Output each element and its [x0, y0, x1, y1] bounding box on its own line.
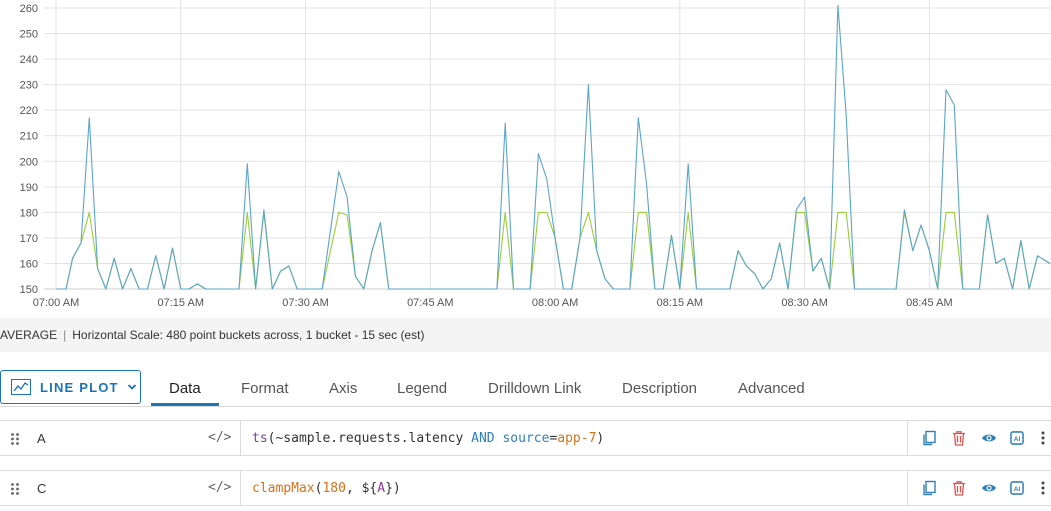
- query-name-label[interactable]: A: [37, 431, 46, 446]
- y-tick-label: 210: [20, 131, 38, 143]
- y-tick-label: 160: [20, 258, 38, 270]
- tab-advanced[interactable]: Advanced: [738, 368, 805, 406]
- y-tick-label: 200: [20, 156, 38, 168]
- x-tick-label: 07:30 AM: [282, 297, 328, 309]
- y-tick-label: 170: [20, 233, 38, 245]
- query-row-c: C </> clampMax(180, ${A}) AI: [0, 470, 1051, 506]
- y-tick-label: 190: [20, 182, 38, 194]
- y-tick-label: 220: [20, 105, 38, 117]
- horizontal-scale-text: Horizontal Scale: 480 point buckets acro…: [72, 328, 425, 342]
- chart-grid: [44, 0, 1051, 290]
- chart-series: [56, 4, 1051, 290]
- query-token: 180: [322, 481, 346, 496]
- more-icon[interactable]: [1038, 430, 1048, 446]
- status-separator: |: [63, 328, 67, 342]
- query-token: ): [596, 431, 605, 446]
- query-token: ${: [361, 481, 378, 496]
- ai-icon[interactable]: AI: [1009, 480, 1025, 496]
- svg-text:AI: AI: [1014, 436, 1021, 443]
- copy-icon[interactable]: [921, 430, 937, 446]
- query-token: (~sample.requests.latency: [267, 431, 472, 446]
- toolbar-divider: [0, 406, 1051, 407]
- query-token: A: [377, 481, 386, 496]
- tab-data[interactable]: Data: [169, 368, 201, 406]
- eye-icon[interactable]: [981, 480, 997, 496]
- query-token: AND: [471, 431, 495, 446]
- plot-type-label: LINE PLOT: [40, 379, 119, 395]
- active-tab-indicator: [151, 403, 219, 406]
- query-row-a: A </> ts(~sample.requests.latency AND so…: [0, 420, 1051, 456]
- column-divider: [907, 421, 908, 455]
- delete-icon[interactable]: [951, 430, 967, 446]
- x-tick-label: 08:30 AM: [781, 297, 827, 309]
- query-token: clampMax: [252, 481, 315, 496]
- x-tick-label: 07:15 AM: [158, 297, 204, 309]
- line-chart-icon: [11, 379, 31, 395]
- svg-text:AI: AI: [1014, 486, 1021, 493]
- x-tick-label: 08:15 AM: [657, 297, 703, 309]
- drag-handle-icon[interactable]: [10, 432, 20, 446]
- eye-icon[interactable]: [981, 430, 997, 446]
- query-token: ts: [252, 431, 268, 446]
- x-axis-tick-labels: 07:00 AM 07:15 AM 07:30 AM 07:45 AM 08:00 AM…: [33, 297, 953, 309]
- query-token: source: [502, 431, 550, 446]
- tab-axis[interactable]: Axis: [329, 368, 357, 406]
- query-token: app-7: [557, 431, 597, 446]
- query-token: ,: [345, 481, 362, 496]
- y-tick-label: 250: [20, 29, 38, 41]
- code-view-toggle-icon[interactable]: </>: [208, 480, 231, 495]
- query-token: }): [385, 481, 401, 496]
- series-line-0: [56, 4, 1051, 290]
- y-axis-tick-labels: 150 160 170 180 190 200 210 220 230 240 250 260: [20, 3, 38, 296]
- y-tick-label: 180: [20, 207, 38, 219]
- query-name-label[interactable]: C: [37, 481, 46, 496]
- x-tick-label: 08:45 AM: [906, 297, 952, 309]
- y-tick-label: 240: [20, 54, 38, 66]
- drag-handle-icon[interactable]: [10, 482, 20, 496]
- ai-icon[interactable]: AI: [1009, 430, 1025, 446]
- tab-description[interactable]: Description: [622, 368, 697, 406]
- x-tick-label: 07:45 AM: [407, 297, 453, 309]
- more-icon[interactable]: [1038, 480, 1048, 496]
- code-view-toggle-icon[interactable]: </>: [208, 430, 231, 445]
- column-divider: [907, 471, 908, 505]
- plot-type-dropdown[interactable]: LINE PLOT: [0, 370, 141, 404]
- y-tick-label: 150: [20, 284, 38, 296]
- x-tick-label: 08:00 AM: [532, 297, 578, 309]
- chevron-down-icon: [127, 384, 136, 390]
- summarization-status-bar: AVERAGE | Horizontal Scale: 480 point bu…: [0, 318, 1051, 352]
- tab-format[interactable]: Format: [241, 368, 289, 406]
- query-expression-input[interactable]: ts(~sample.requests.latency AND source=a…: [252, 431, 604, 446]
- tab-drilldown-link[interactable]: Drilldown Link: [488, 368, 581, 406]
- y-tick-label: 230: [20, 80, 38, 92]
- query-expression-input[interactable]: clampMax(180, ${A}): [252, 481, 401, 496]
- latency-line-chart: 150 160 170 180 190 200 210 220 230 240 250 260 07:…: [20, 0, 1051, 309]
- copy-icon[interactable]: [921, 480, 937, 496]
- summarization-method: AVERAGE: [0, 328, 58, 342]
- x-tick-label: 07:00 AM: [33, 297, 79, 309]
- column-divider: [240, 471, 241, 505]
- tab-legend[interactable]: Legend: [397, 368, 447, 406]
- delete-icon[interactable]: [951, 480, 967, 496]
- column-divider: [240, 421, 241, 455]
- y-tick-label: 260: [20, 3, 38, 15]
